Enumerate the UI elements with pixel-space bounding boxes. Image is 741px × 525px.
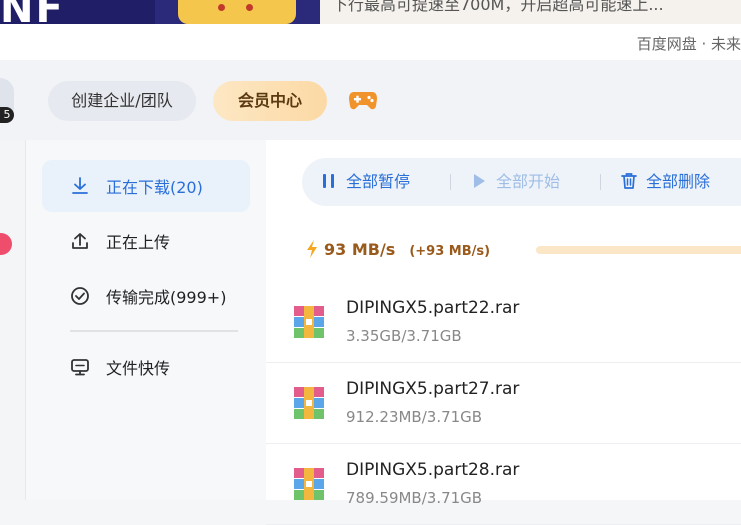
- sidebar-item-downloading[interactable]: 正在下载(20): [42, 160, 250, 212]
- start-all-label: 全部开始: [496, 172, 561, 191]
- banner-letters: NF: [0, 0, 65, 24]
- file-name: DIPINGX5.part27.rar: [346, 379, 520, 399]
- app-title: 百度网盘 · 未来: [636, 35, 741, 53]
- transfer-sidebar: 正在下载(20) 正在上传 传输完成(999+) 文件快传: [26, 140, 266, 500]
- mascot-eye: [218, 4, 225, 11]
- check-circle-icon: [71, 287, 89, 305]
- banner-promo[interactable]: 下行最高可提速至700M，开启超高可能速上...: [320, 0, 741, 24]
- file-name: DIPINGX5.part28.rar: [346, 460, 520, 480]
- monitor-icon: [71, 359, 89, 376]
- archive-file-icon: [294, 387, 324, 419]
- play-icon: [474, 173, 485, 188]
- promo-banner[interactable]: NF 下行最高可提速至700M，开启超高可能速上...: [0, 0, 741, 24]
- sidebar-item-label: 传输完成(999+): [106, 288, 227, 307]
- trash-icon: [621, 172, 637, 189]
- speed-boost: (+93 MB/s): [409, 244, 491, 259]
- pause-all-button[interactable]: 全部暂停: [320, 158, 410, 206]
- sidebar-item-uploading[interactable]: 正在上传: [42, 215, 250, 267]
- gamepad-icon[interactable]: [348, 89, 378, 111]
- archive-file-icon: [294, 468, 324, 500]
- download-icon: [72, 177, 88, 194]
- download-list-panel: 全部暂停 全部开始 全部删除 93 MB/s (+93 MB/s) DIPING…: [266, 140, 741, 525]
- sidebar-item-completed[interactable]: 传输完成(999+): [42, 270, 250, 322]
- banner-promo-text: 下行最高可提速至700M，开启超高可能速上...: [332, 0, 664, 14]
- upload-icon: [72, 233, 88, 249]
- speed-progress-bar: [536, 246, 741, 254]
- download-row[interactable]: DIPINGX5.part27.rar 912.23MB/3.71GB: [266, 363, 741, 444]
- delete-all-label: 全部删除: [646, 172, 711, 191]
- lightning-icon: [307, 239, 317, 258]
- file-progress: 912.23MB/3.71GB: [346, 408, 483, 426]
- download-row[interactable]: DIPINGX5.part28.rar 789.59MB/3.71GB: [266, 444, 741, 525]
- toolbar-divider: [450, 174, 451, 190]
- speed-value: 93 MB/s: [324, 240, 396, 259]
- archive-file-icon: [294, 306, 324, 338]
- pause-icon: [323, 173, 334, 188]
- mascot-eye: [246, 4, 253, 11]
- sidebar-item-label: 正在上传: [106, 233, 171, 252]
- create-team-button[interactable]: 创建企业/团队: [48, 81, 196, 121]
- sidebar-item-label: 正在下载(20): [106, 178, 203, 197]
- file-name: DIPINGX5.part22.rar: [346, 298, 520, 318]
- app-titlebar: 百度网盘 · 未来: [0, 24, 741, 61]
- sidebar-item-quick-transfer[interactable]: 文件快传: [42, 341, 250, 393]
- toolbar-divider: [600, 174, 601, 190]
- start-all-button[interactable]: 全部开始: [470, 158, 560, 206]
- file-progress: 3.35GB/3.71GB: [346, 327, 462, 345]
- left-rail: [0, 140, 26, 500]
- bulk-action-toolbar: 全部暂停 全部开始 全部删除: [302, 158, 741, 206]
- sidebar-divider: [70, 330, 238, 332]
- vip-center-button[interactable]: 会员中心: [213, 81, 327, 121]
- download-speed: 93 MB/s (+93 MB/s): [306, 239, 491, 260]
- delete-all-button[interactable]: 全部删除: [620, 158, 710, 206]
- download-row[interactable]: DIPINGX5.part22.rar 3.35GB/3.71GB: [266, 282, 741, 363]
- pause-all-label: 全部暂停: [346, 172, 411, 191]
- banner-mascot-image: [178, 0, 296, 24]
- sidebar-item-label: 文件快传: [106, 359, 171, 378]
- file-progress: 789.59MB/3.71GB: [346, 489, 483, 507]
